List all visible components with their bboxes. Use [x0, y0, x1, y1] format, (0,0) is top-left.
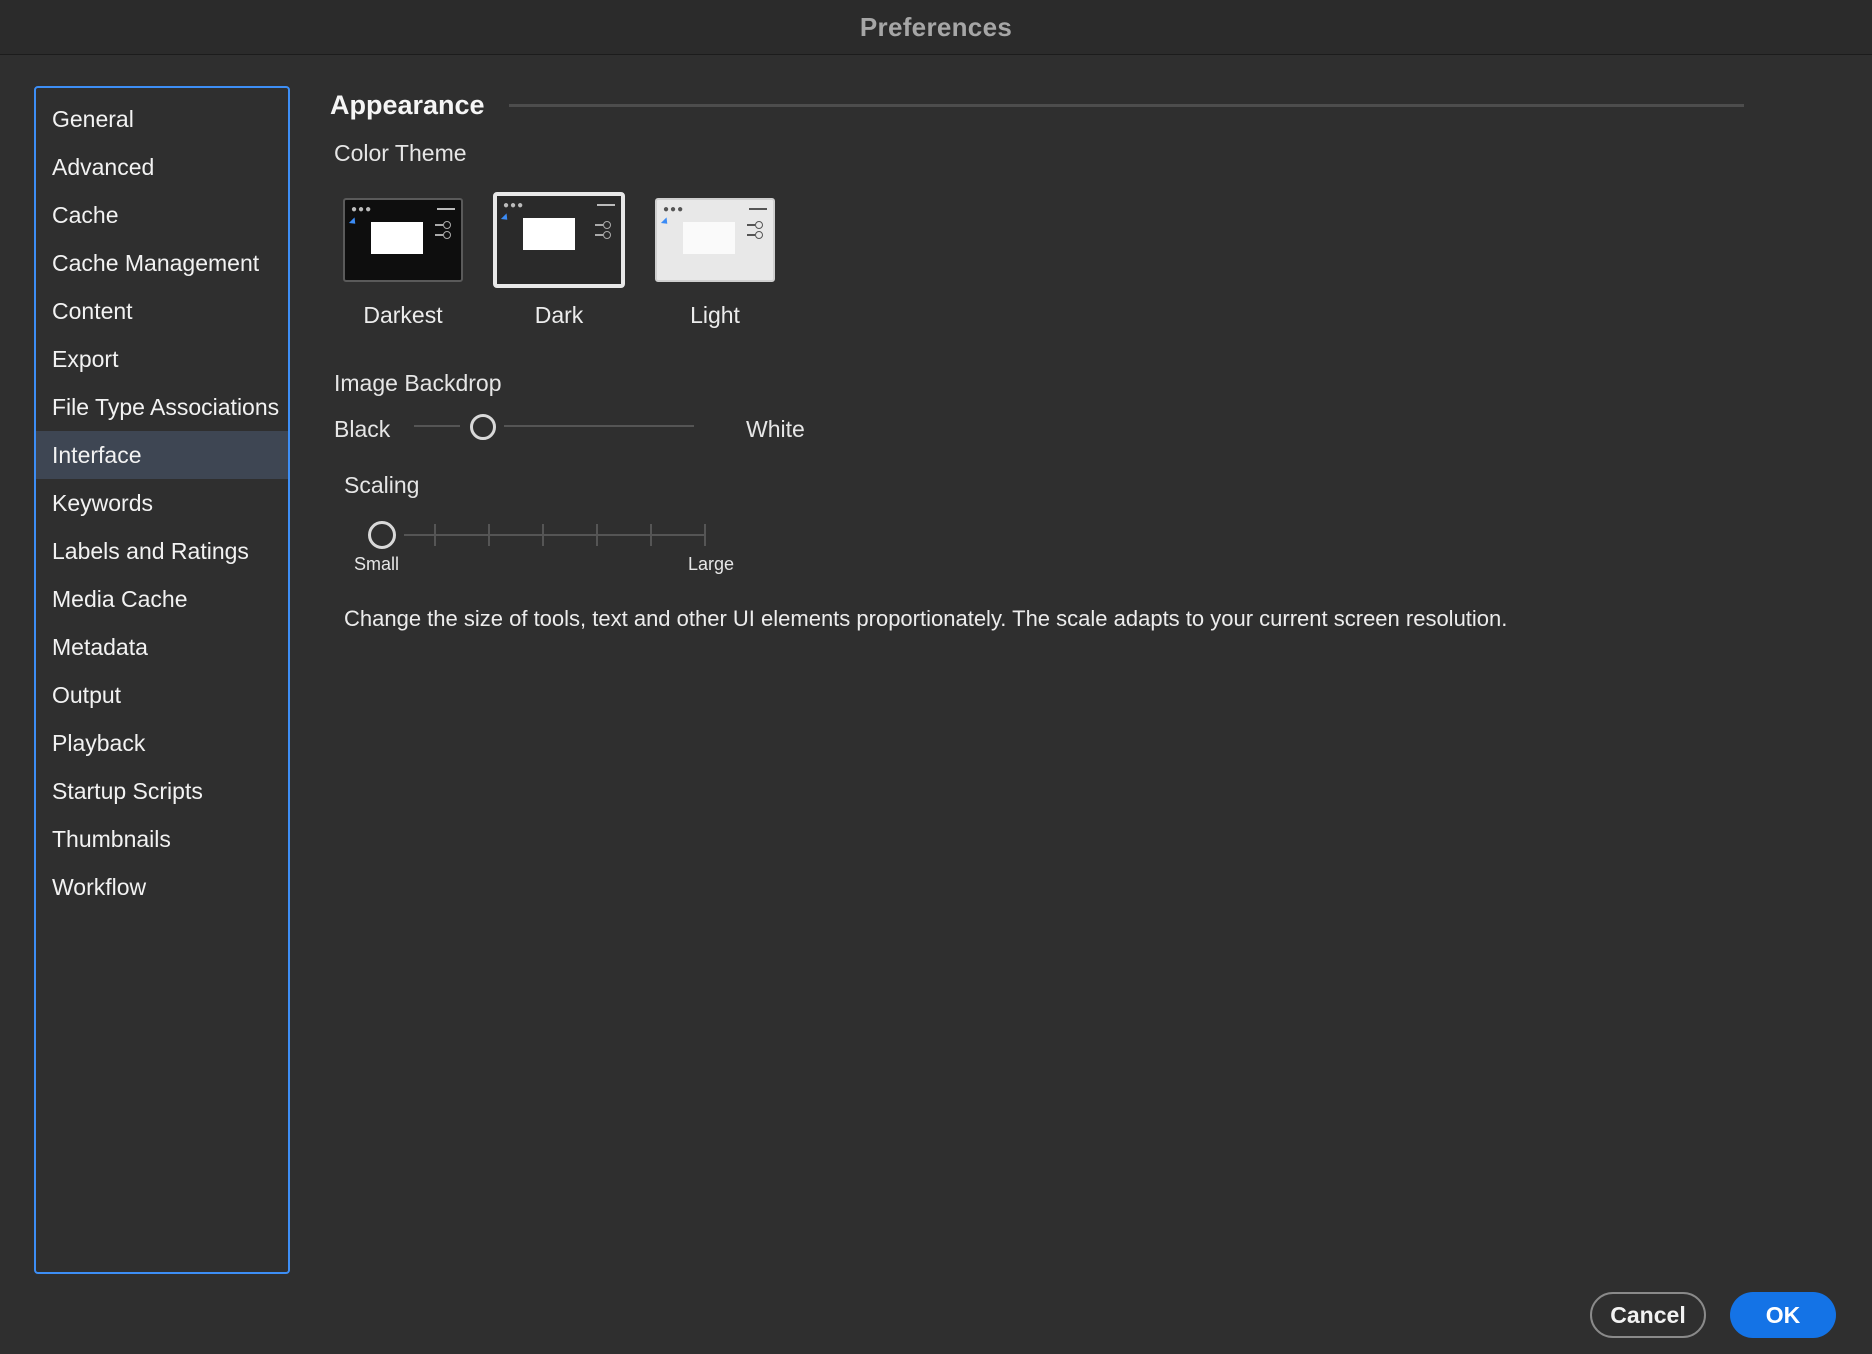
- window-title: Preferences: [859, 11, 1013, 42]
- preferences-content: Appearance Color Theme ●●● Darkest ●●● D…: [328, 80, 1872, 1354]
- sidebar-item-startup-scripts[interactable]: Startup Scripts: [36, 767, 288, 815]
- scaling-tick: [488, 524, 490, 546]
- sidebar-item-interface[interactable]: Interface: [36, 431, 288, 479]
- sidebar-item-workflow[interactable]: Workflow: [36, 863, 288, 911]
- theme-preview-dark: ●●●: [493, 192, 625, 288]
- image-backdrop-label: Image Backdrop: [334, 370, 502, 396]
- sidebar-item-thumbnails[interactable]: Thumbnails: [36, 815, 288, 863]
- scaling-description: Change the size of tools, text and other…: [344, 606, 1508, 631]
- scaling-slider-handle[interactable]: [368, 521, 396, 549]
- title-bar: Preferences: [0, 0, 1872, 55]
- theme-option-darkest[interactable]: ●●● Darkest: [336, 198, 470, 329]
- theme-preview-light: ●●●: [655, 198, 775, 282]
- sidebar-item-metadata[interactable]: Metadata: [36, 623, 288, 671]
- preferences-sidebar: General Advanced Cache Cache Management …: [34, 86, 290, 1274]
- scaling-tick: [650, 524, 652, 546]
- sidebar-item-advanced[interactable]: Advanced: [36, 143, 288, 191]
- backdrop-min-label: Black: [334, 416, 391, 442]
- sidebar-item-cache[interactable]: Cache: [36, 191, 288, 239]
- scaling-track: [404, 534, 706, 536]
- sidebar-item-output[interactable]: Output: [36, 671, 288, 719]
- sidebar-item-media-cache[interactable]: Media Cache: [36, 575, 288, 623]
- sidebar-item-playback[interactable]: Playback: [36, 719, 288, 767]
- theme-label-darkest: Darkest: [363, 302, 443, 328]
- ok-button[interactable]: OK: [1730, 1292, 1836, 1338]
- backdrop-slider-handle[interactable]: [470, 414, 496, 440]
- sidebar-item-labels-and-ratings[interactable]: Labels and Ratings: [36, 527, 288, 575]
- theme-option-light[interactable]: ●●● Light: [648, 198, 782, 329]
- scaling-tick: [704, 524, 706, 546]
- scaling-tick: [542, 524, 544, 546]
- scaling-tick: [434, 524, 436, 546]
- cancel-button[interactable]: Cancel: [1590, 1292, 1706, 1338]
- section-divider: [508, 104, 1744, 107]
- theme-preview-darkest: ●●●: [343, 198, 463, 282]
- scaling-label: Scaling: [344, 472, 420, 498]
- sidebar-item-general[interactable]: General: [36, 95, 288, 143]
- backdrop-track-left: [414, 425, 460, 427]
- scaling-min-label: Small: [354, 554, 400, 574]
- backdrop-max-label: White: [746, 416, 805, 442]
- scaling-max-label: Large: [688, 554, 735, 574]
- theme-option-dark[interactable]: ●●● Dark: [492, 192, 626, 329]
- sidebar-item-cache-management[interactable]: Cache Management: [36, 239, 288, 287]
- color-theme-label: Color Theme: [334, 140, 467, 166]
- sidebar-item-file-type-associations[interactable]: File Type Associations: [36, 383, 288, 431]
- appearance-section-header: Appearance: [330, 90, 1744, 121]
- scaling-tick: [596, 524, 598, 546]
- theme-label-light: Light: [690, 302, 740, 328]
- sidebar-item-content[interactable]: Content: [36, 287, 288, 335]
- appearance-heading: Appearance: [330, 90, 485, 120]
- sidebar-item-keywords[interactable]: Keywords: [36, 479, 288, 527]
- sidebar-item-export[interactable]: Export: [36, 335, 288, 383]
- theme-label-dark: Dark: [534, 302, 584, 328]
- backdrop-track-right: [504, 425, 694, 427]
